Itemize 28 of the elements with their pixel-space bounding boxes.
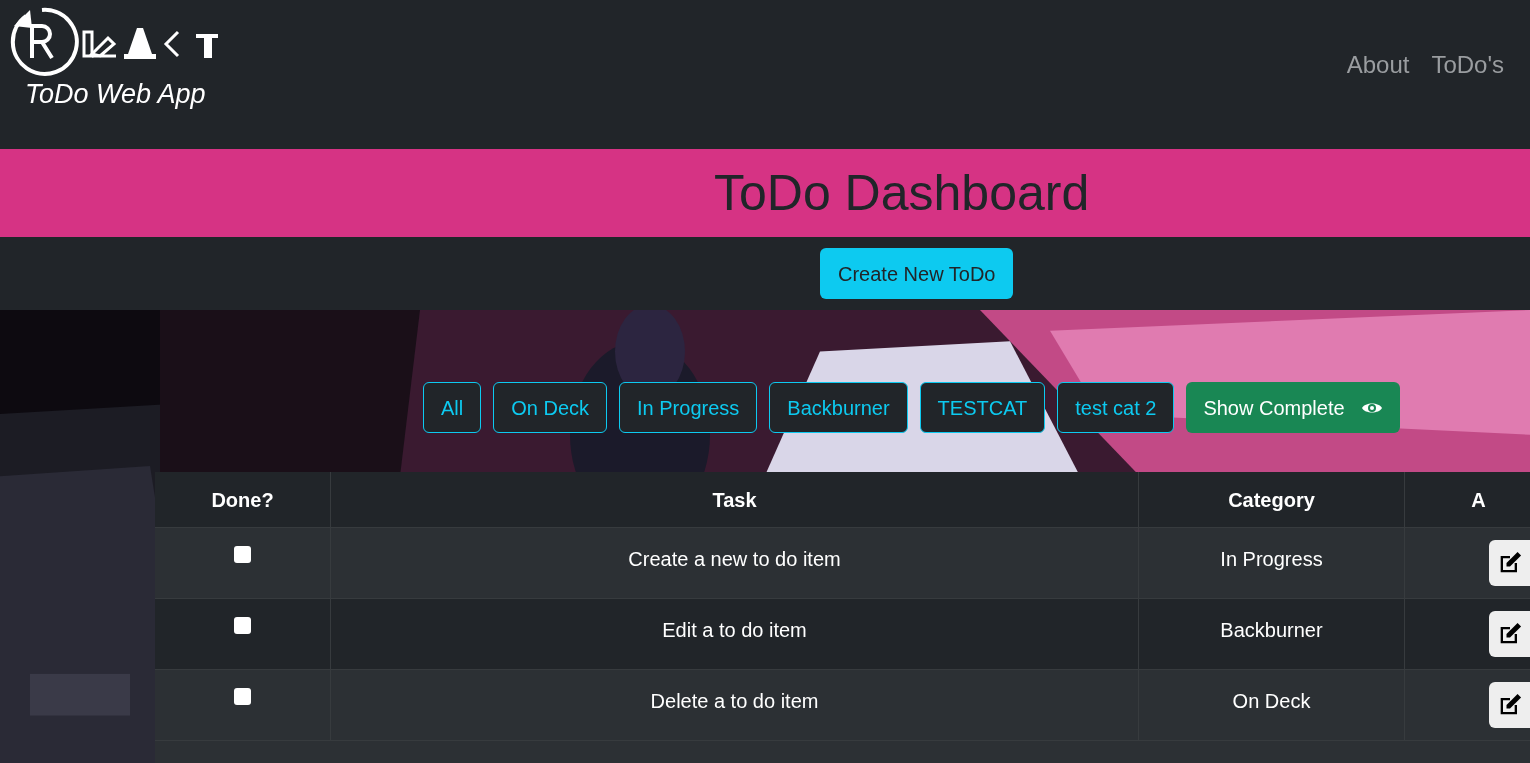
done-checkbox[interactable] xyxy=(234,617,251,634)
create-button[interactable]: Create New ToDo xyxy=(820,248,1014,299)
filter-button[interactable]: test cat 2 xyxy=(1057,382,1175,433)
column-header: Task xyxy=(331,472,1139,527)
task-cell: Delete a to do item xyxy=(331,670,1139,740)
nav-link[interactable]: ToDo's xyxy=(1431,47,1504,149)
category-cell: Backburner xyxy=(1139,599,1405,669)
filter-button[interactable]: Backburner xyxy=(769,382,908,433)
edit-button[interactable] xyxy=(1489,611,1530,657)
column-header: Done? xyxy=(155,472,331,527)
category-cell: In Progress xyxy=(1139,528,1405,598)
page-title: ToDo Dashboard xyxy=(714,163,1090,223)
show-complete-button[interactable]: Show Complete xyxy=(1186,382,1400,433)
filter-button[interactable]: TESTCAT xyxy=(919,382,1046,433)
filter-button[interactable]: In Progress xyxy=(619,382,758,433)
column-header: Category xyxy=(1139,472,1405,527)
done-checkbox[interactable] xyxy=(234,688,251,705)
edit-button[interactable] xyxy=(1489,540,1530,586)
task-cell: Edit a to do item xyxy=(331,599,1139,669)
edit-button[interactable] xyxy=(1489,682,1530,728)
nav-link[interactable]: About xyxy=(1346,47,1410,149)
filter-button[interactable]: On Deck xyxy=(493,382,608,433)
app-subtitle: ToDo Web App xyxy=(24,78,207,111)
task-cell: Create a new to do item xyxy=(331,528,1139,598)
column-header: A xyxy=(1470,487,1487,513)
filter-button[interactable]: All xyxy=(423,382,482,433)
done-checkbox[interactable] xyxy=(234,546,251,563)
category-cell: On Deck xyxy=(1139,670,1405,740)
